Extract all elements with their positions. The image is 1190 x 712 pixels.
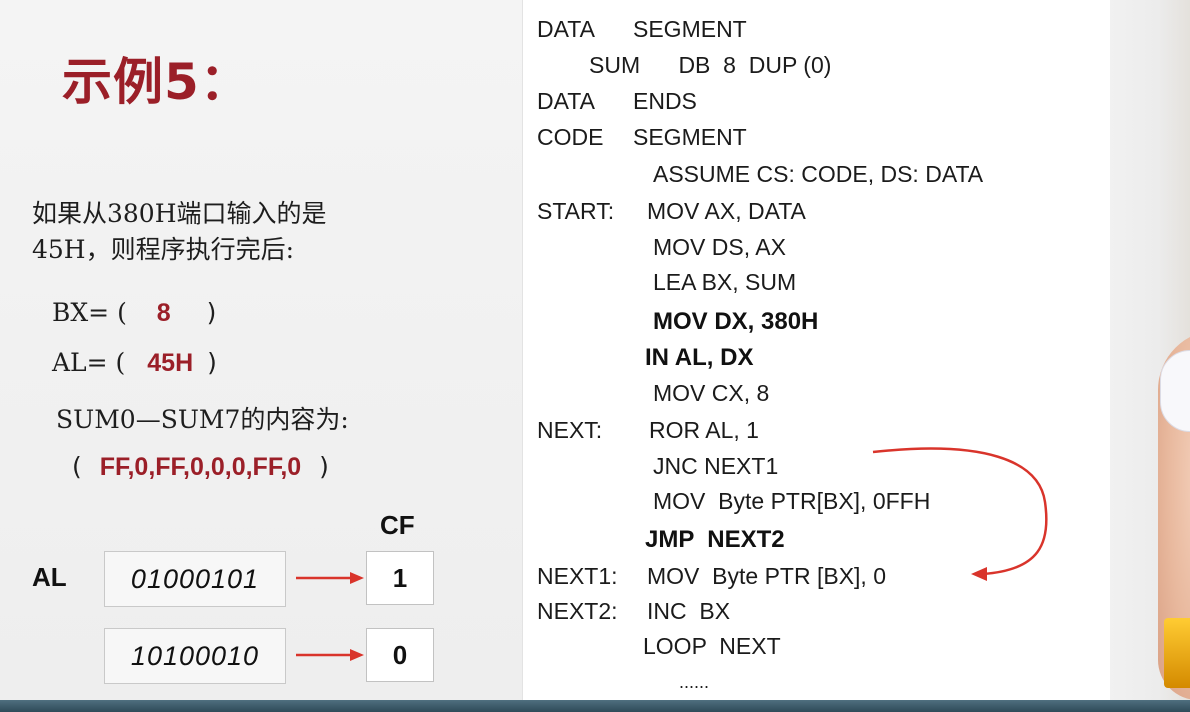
al-close-paren: ) [207, 348, 217, 377]
code-text: SEGMENT [633, 124, 747, 150]
jump-arrow-icon [872, 447, 1048, 581]
sum-answer: ( FF,0,FF,0,0,0,FF,0 ) [72, 452, 329, 482]
code-line: ...... [679, 672, 710, 692]
code-label: NEXT1: [537, 563, 618, 589]
code-line: JMP NEXT2 [645, 526, 785, 553]
code-text: MOV Byte PTR [BX], 0 [647, 563, 887, 589]
al-binary-after: 10100010 [104, 628, 286, 684]
al-answer: AL= ( 45H ) [52, 348, 217, 378]
al-binary-before: 01000101 [104, 551, 286, 607]
code-line: MOV CX, 8 [653, 380, 770, 406]
code-text: ROR AL, 1 [649, 417, 759, 443]
code-label: NEXT: [537, 417, 603, 443]
al-register-label: AL [32, 562, 67, 592]
code-label: DATA [537, 16, 595, 42]
bx-value: 8 [156, 299, 171, 327]
code-line: LEA BX, SUM [653, 269, 797, 295]
code-line: SUM DB 8 DUP (0) [589, 52, 832, 78]
code-label: CODE [537, 124, 604, 150]
code-line: LOOP NEXT [643, 633, 781, 659]
sum-close-paren: ) [319, 452, 329, 481]
question-text: 如果从380H端口输入的是 45H，则程序执行完后: [32, 196, 327, 268]
code-line: ASSUME CS: CODE, DS: DATA [653, 161, 984, 187]
code-label: NEXT2: [537, 598, 618, 624]
al-value: 45H [147, 349, 194, 377]
code-line: MOV DX, 380H [653, 308, 819, 335]
sum-value: FF,0,FF,0,0,0,FF,0 [99, 453, 302, 481]
bottom-bar [0, 700, 1190, 712]
code-label: START: [537, 198, 615, 224]
code-label: DATA [537, 88, 595, 114]
cf-value-after: 0 [366, 628, 434, 682]
bx-close-paren: ) [206, 298, 217, 327]
sum-open-paren: ( [72, 452, 82, 481]
code-line: JNC NEXT1 [653, 453, 779, 479]
logo-icon [1164, 618, 1190, 688]
code-text: MOV AX, DATA [647, 198, 806, 224]
sum-label: SUM0—SUM7的内容为: [56, 405, 349, 434]
arrow-right-icon [296, 649, 364, 661]
slide-title: 示例5： [62, 53, 251, 111]
code-panel: DATA SEGMENT SUM DB 8 DUP (0) DATA ENDS CO… [522, 0, 1112, 700]
code-text: SEGMENT [633, 16, 747, 42]
bx-answer: BX= ( 8 ) [52, 298, 216, 328]
al-label: AL= ( [52, 348, 126, 377]
cf-label: CF [380, 510, 415, 540]
arrow-right-icon [296, 572, 364, 584]
code-text: INC BX [647, 598, 731, 624]
code-line: MOV DS, AX [653, 234, 786, 260]
cf-value-before: 1 [366, 551, 434, 605]
bx-label: BX= ( [52, 298, 127, 327]
code-line: IN AL, DX [645, 344, 754, 371]
code-text: ENDS [633, 88, 697, 114]
question-line-2: 45H，则程序执行完后: [32, 235, 295, 264]
question-line-1: 如果从380H端口输入的是 [32, 199, 327, 228]
